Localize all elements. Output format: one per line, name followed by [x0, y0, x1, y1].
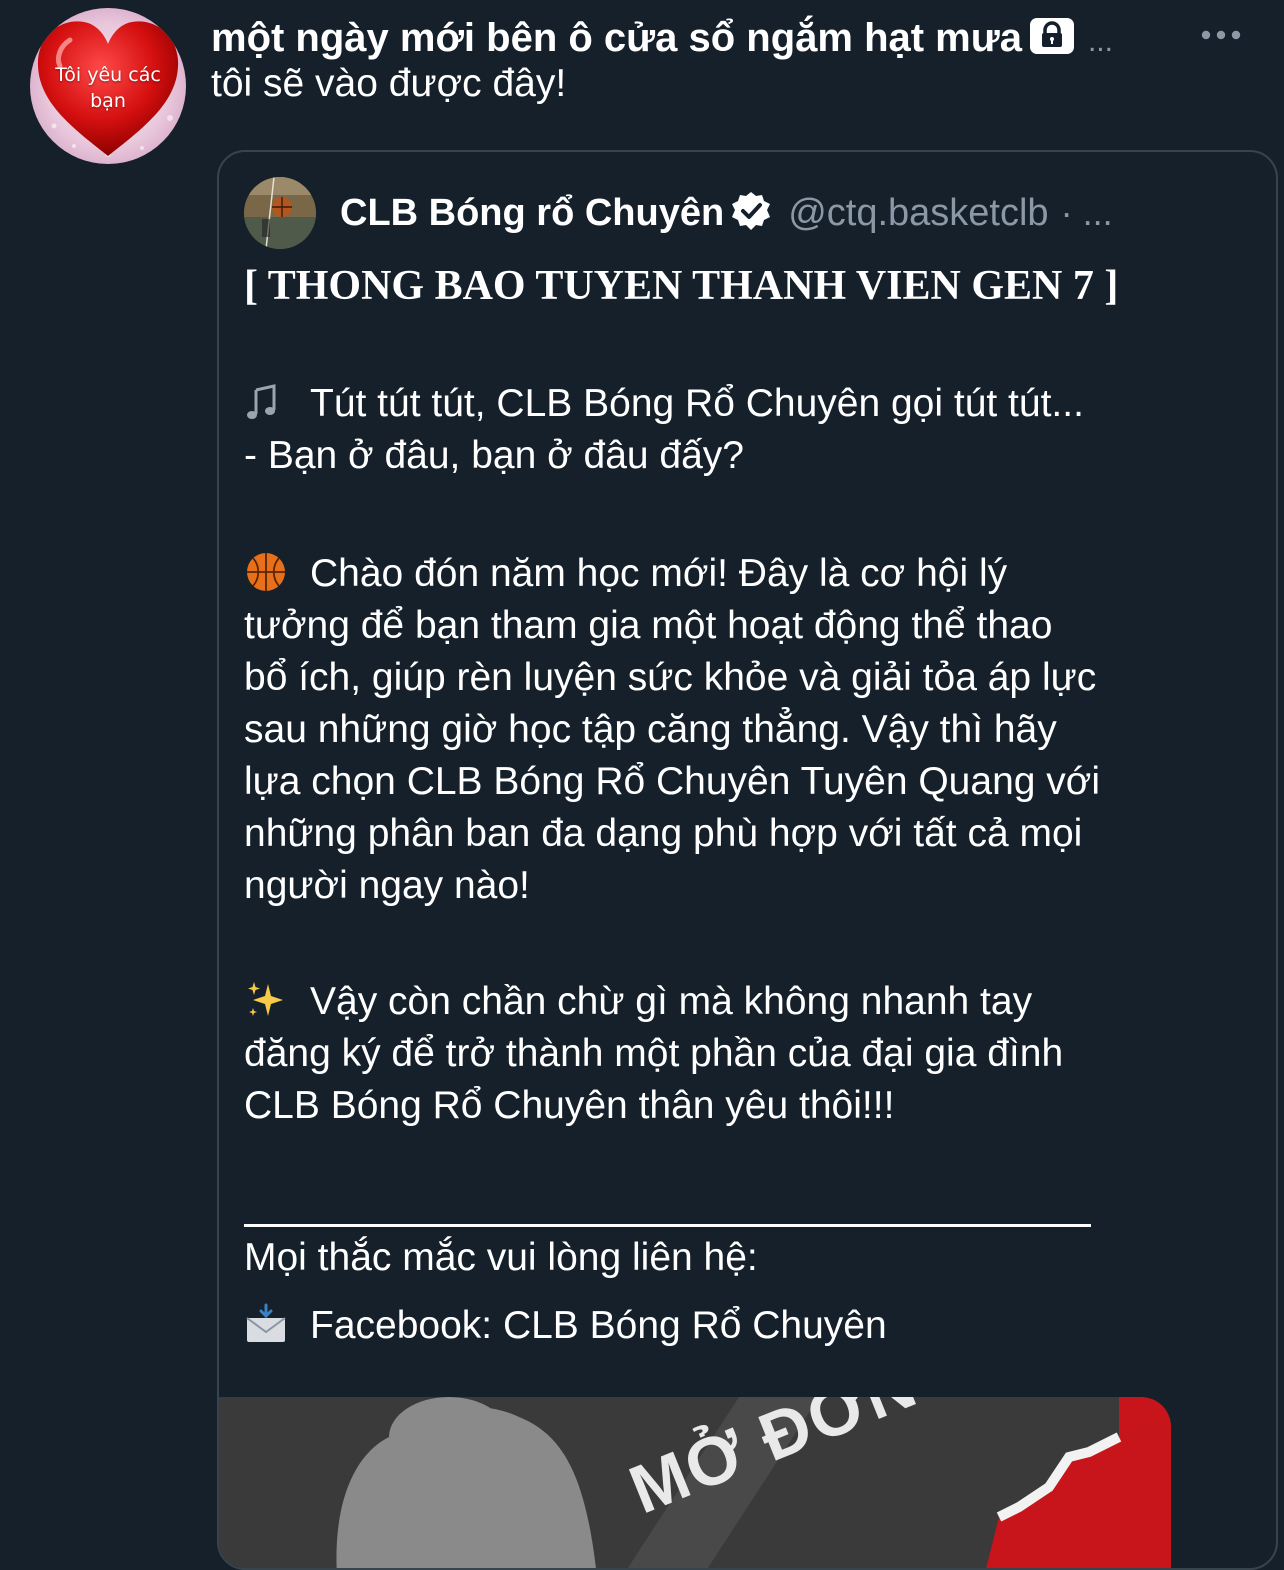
contact-line: Facebook: CLB Bóng Rổ Chuyên: [244, 1302, 887, 1348]
quoted-tweet[interactable]: CLB Bóng rổ Chuyên @ctq.basketclb · ... …: [217, 150, 1278, 1570]
sparkles-icon: [244, 978, 288, 1022]
para3-line2: đăng ký để trở thành một phần của đại gi…: [244, 1032, 1064, 1075]
para1-line1-text: Tút tút tút, CLB Bóng Rổ Chuyên gọi tút …: [310, 382, 1084, 425]
para2-line2: tưởng để bạn tham gia một hoạt động thể …: [244, 604, 1053, 647]
avatar-caption-line2: bạn: [90, 90, 126, 112]
avatar-caption: Tôi yêu các bạn: [30, 62, 186, 114]
para2-line1: Chào đón năm học mới! Đây là cơ hội lý: [244, 550, 1007, 596]
para1-line1: Tút tút tút, CLB Bóng Rổ Chuyên gọi tút …: [244, 380, 1084, 426]
tweet-author[interactable]: một ngày mới bên ô cửa sổ ngắm hạt mưa .…: [211, 12, 1113, 64]
avatar-caption-line1: Tôi yêu các: [55, 64, 161, 86]
display-name[interactable]: một ngày mới bên ô cửa sổ ngắm hạt mưa: [211, 16, 1022, 61]
musical-notes-icon: [244, 380, 288, 424]
quoted-author[interactable]: CLB Bóng rổ Chuyên @ctq.basketclb · ...: [244, 176, 1113, 250]
verified-badge-icon: [730, 190, 772, 236]
contact-label: Mọi thắc mắc vui lòng liên hệ:: [244, 1236, 758, 1279]
para2-line1-text: Chào đón năm học mới! Đây là cơ hội lý: [310, 552, 1008, 595]
para3-line1-text: Vậy còn chần chừ gì mà không nhanh tay: [310, 980, 1033, 1023]
quoted-handle[interactable]: @ctq.basketclb: [788, 192, 1048, 235]
para2-line3: bổ ích, giúp rèn luyện sức khỏe và giải …: [244, 656, 1097, 699]
name-truncation: ...: [1087, 25, 1113, 58]
para2-line7: người ngay nào!: [244, 864, 530, 907]
quoted-title: [ THONG BAO TUYEN THANH VIEN GEN 7 ]: [244, 263, 1119, 309]
quoted-media-image[interactable]: MỞ ĐƠN: [219, 1397, 1171, 1568]
separator-dot: ·: [1060, 192, 1073, 233]
avatar[interactable]: Tôi yêu các bạn: [30, 8, 186, 164]
quoted-truncation: ...: [1082, 192, 1113, 233]
basketball-icon: [244, 550, 288, 594]
para2-line6: những phân ban đa dạng phù hợp với tất c…: [244, 812, 1083, 855]
quoted-display-name[interactable]: CLB Bóng rổ Chuyên: [340, 192, 724, 235]
lock-icon: [1029, 18, 1074, 58]
para2-line5: lựa chọn CLB Bóng Rổ Chuyên Tuyên Quang …: [244, 760, 1101, 803]
para2-line4: sau những giờ học tập căng thẳng. Vậy th…: [244, 708, 1057, 751]
tweet-text: tôi sẽ vào được đây!: [211, 62, 567, 105]
quoted-avatar[interactable]: [244, 177, 316, 249]
more-icon[interactable]: [1198, 22, 1244, 48]
contact-text: Facebook: CLB Bóng Rổ Chuyên: [310, 1304, 887, 1347]
para3-line3: CLB Bóng Rổ Chuyên thân yêu thôi!!!: [244, 1084, 895, 1127]
incoming-envelope-icon: [244, 1302, 288, 1346]
para3-line1: Vậy còn chần chừ gì mà không nhanh tay: [244, 978, 1032, 1024]
para1-line2: - Bạn ở đâu, bạn ở đâu đấy?: [244, 434, 744, 477]
divider: [244, 1224, 1091, 1227]
